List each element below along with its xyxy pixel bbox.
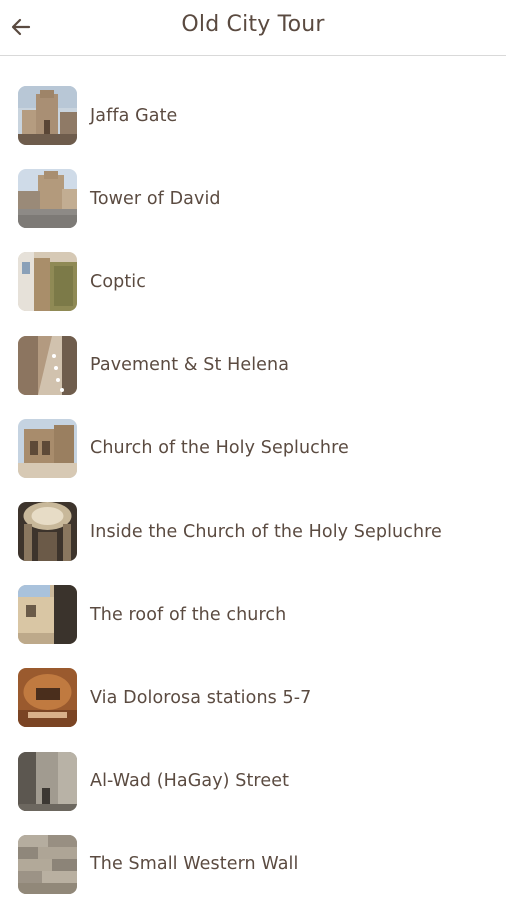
tour-stop-label: The Small Western Wall [90, 854, 299, 875]
pavement-st-helena-thumbnail [18, 335, 77, 395]
tour-stop-jaffa-gate[interactable]: Jaffa Gate [0, 74, 506, 157]
roof-of-church-thumbnail [18, 585, 77, 645]
tour-stop-label: Al-Wad (HaGay) Street [90, 771, 290, 792]
tour-stop-label: Coptic [90, 271, 146, 292]
tour-stop-inside-church[interactable]: Inside the Church of the Holy Sepluchre [0, 490, 506, 573]
al-wad-street-thumbnail [18, 751, 77, 811]
church-holy-sepulchre-thumbnail [18, 418, 77, 478]
tour-stop-roof-of-church[interactable]: The roof of the church [0, 573, 506, 656]
tour-stop-coptic[interactable]: Coptic [0, 240, 506, 323]
tour-stop-label: Tower of David [90, 188, 221, 209]
app-bar: Old City Tour [0, 0, 506, 56]
tour-stop-label: The roof of the church [90, 604, 287, 625]
tour-stop-label: Inside the Church of the Holy Sepluchre [90, 521, 442, 542]
tower-of-david-thumbnail [18, 169, 77, 229]
tour-stop-via-dolorosa[interactable]: Via Dolorosa stations 5-7 [0, 656, 506, 739]
tour-stop-label: Church of the Holy Sepluchre [90, 438, 349, 459]
page-title: Old City Tour [181, 12, 325, 37]
tour-stop-church-holy-sepulchre[interactable]: Church of the Holy Sepluchre [0, 407, 506, 490]
tour-stop-label: Pavement & St Helena [90, 355, 290, 376]
tour-stop-label: Jaffa Gate [90, 105, 178, 126]
tour-stop-al-wad-street[interactable]: Al-Wad (HaGay) Street [0, 740, 506, 823]
jaffa-gate-thumbnail [18, 86, 77, 146]
inside-church-thumbnail [18, 502, 77, 562]
tour-stop-pavement-st-helena[interactable]: Pavement & St Helena [0, 324, 506, 407]
tour-stop-list: Jaffa Gate Tower of David Coptic Pavemen… [0, 74, 506, 906]
coptic-thumbnail [18, 252, 77, 312]
via-dolorosa-thumbnail [18, 668, 77, 728]
tour-stop-small-western-wall[interactable]: The Small Western Wall [0, 823, 506, 906]
small-western-wall-thumbnail [18, 834, 77, 894]
tour-stop-label: Via Dolorosa stations 5-7 [90, 687, 312, 708]
tour-stop-tower-of-david[interactable]: Tower of David [0, 157, 506, 240]
